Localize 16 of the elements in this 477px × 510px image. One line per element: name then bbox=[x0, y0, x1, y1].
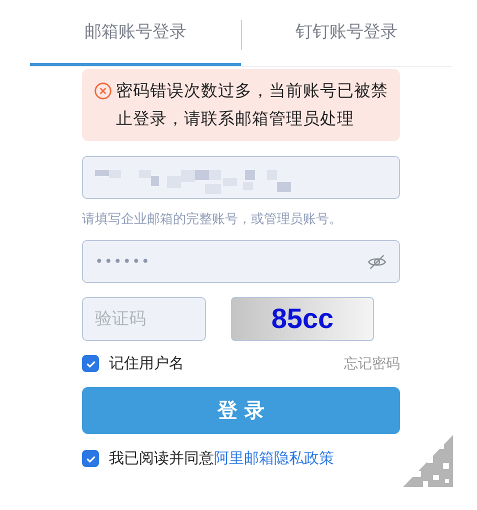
captcha-image[interactable]: 85cc bbox=[231, 297, 374, 341]
remember-checkbox[interactable] bbox=[82, 355, 99, 372]
login-button[interactable]: 登 录 bbox=[82, 387, 400, 434]
agreement-text: 我已阅读并同意阿里邮箱隐私政策 bbox=[109, 449, 334, 468]
email-field[interactable] bbox=[82, 156, 400, 199]
privacy-policy-link[interactable]: 阿里邮箱隐私政策 bbox=[214, 449, 334, 467]
password-field[interactable]: •••••• bbox=[82, 240, 400, 283]
error-message: 密码错误次数过多，当前账号已被禁止登录，请联系邮箱管理员处理 bbox=[116, 80, 388, 130]
error-icon bbox=[94, 82, 112, 100]
login-tab[interactable]: 邮箱账号登录 bbox=[30, 0, 241, 66]
login-tab[interactable]: 钉钉账号登录 bbox=[241, 0, 452, 66]
agreement-checkbox[interactable] bbox=[82, 450, 99, 467]
remember-label: 记住用户名 bbox=[109, 354, 184, 373]
email-hint: 请填写企业邮箱的完整账号，或管理员账号。 bbox=[82, 211, 343, 228]
captcha-field[interactable]: 验证码 bbox=[82, 297, 206, 341]
forgot-password-link[interactable]: 忘记密码 bbox=[344, 354, 400, 372]
